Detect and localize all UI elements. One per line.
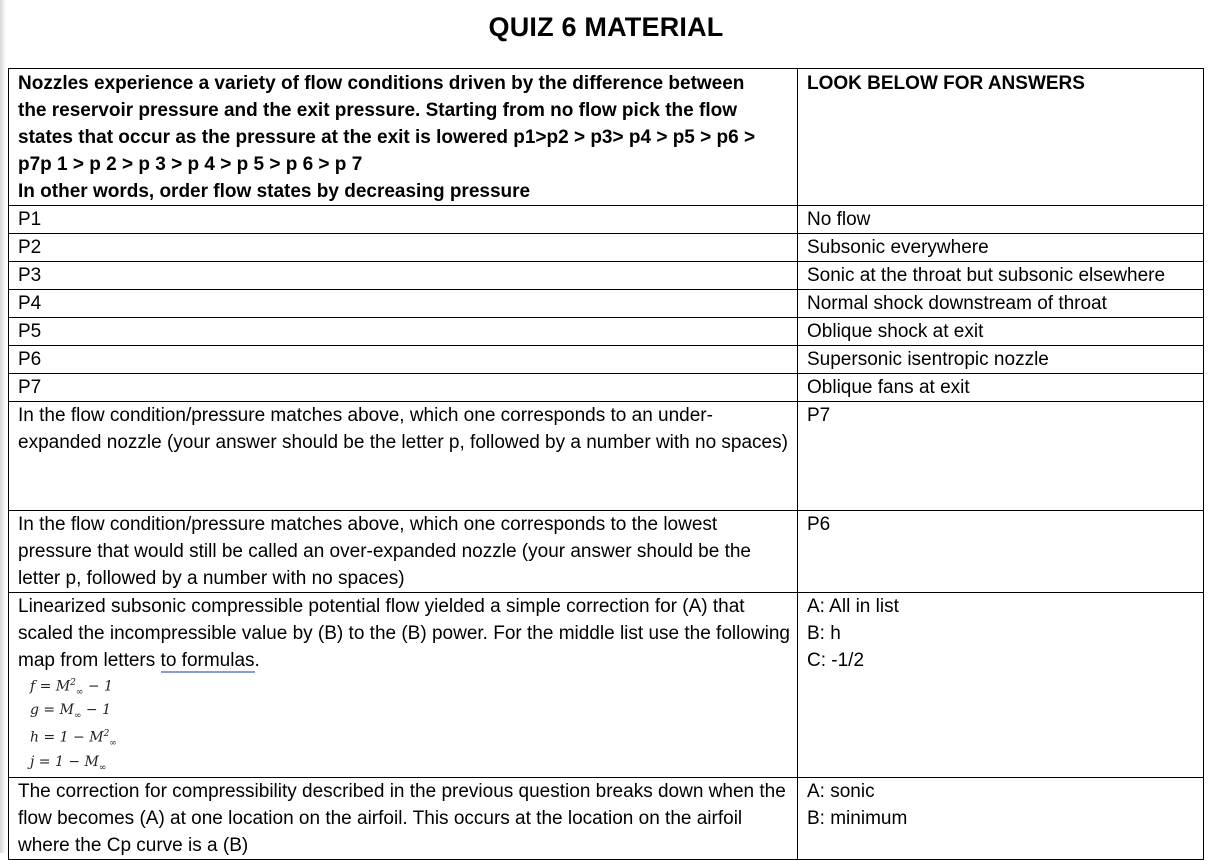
- table-row: P3 Sonic at the throat but subsonic else…: [8, 261, 1204, 290]
- page-edge-shadow: [0, 0, 6, 853]
- flow-state: Sonic at the throat but subsonic elsewhe…: [797, 261, 1204, 290]
- q5-answer: B: minimum: [807, 807, 908, 829]
- table-row: P4 Normal shock downstream of throat: [8, 289, 1204, 318]
- q3-prompt: In the flow condition/pressure matches a…: [8, 510, 798, 593]
- q4-prompt-underlined: to formulas: [160, 650, 255, 673]
- table-row: P5 Oblique shock at exit: [8, 317, 1204, 346]
- table-row: P6 Supersonic isentropic nozzle: [8, 345, 1204, 374]
- q4-answers: A: All in list B: h C: -1/2: [797, 592, 1204, 778]
- q4-prompt-after: .: [254, 650, 260, 671]
- table-row: P7 Oblique fans at exit: [8, 373, 1204, 402]
- table-row-q4: Linearized subsonic compressible potenti…: [8, 592, 1204, 778]
- q4-prompt: Linearized subsonic compressible potenti…: [8, 592, 798, 778]
- table-row-q3: In the flow condition/pressure matches a…: [8, 510, 1204, 593]
- page-title: QUIZ 6 MATERIAL: [488, 12, 724, 42]
- q1-prompt: Nozzles experience a variety of flow con…: [8, 68, 798, 206]
- q1-prompt-line: Nozzles experience a variety of flow con…: [18, 73, 745, 94]
- q4-answer: C: -1/2: [807, 650, 865, 671]
- flow-state: Supersonic isentropic nozzle: [797, 345, 1204, 374]
- table-row: P2 Subsonic everywhere: [8, 233, 1204, 262]
- flow-state: No flow: [797, 205, 1204, 234]
- pressure-label: P3: [8, 261, 798, 290]
- pressure-label: P2: [8, 233, 798, 262]
- pressure-label: P7: [8, 373, 798, 402]
- pressure-label: P4: [8, 289, 798, 318]
- table-row-q1-header: Nozzles experience a variety of flow con…: [8, 68, 1204, 206]
- table-row: P1 No flow: [8, 205, 1204, 234]
- quiz-table: Nozzles experience a variety of flow con…: [8, 68, 1204, 860]
- formula-h: h = 1 − M2∞: [30, 729, 117, 749]
- pressure-label: P1: [8, 205, 798, 234]
- q4-prompt-before: Linearized subsonic compressible potenti…: [18, 596, 790, 671]
- formula-g: g = M∞ − 1: [30, 702, 111, 722]
- q5-answers: A: sonic B: minimum: [797, 776, 1204, 860]
- q4-answer: B: h: [807, 623, 841, 644]
- formula-j: j = 1 − M∞: [30, 753, 107, 773]
- q2-answer: P7: [797, 401, 1204, 511]
- pressure-label: P6: [8, 345, 798, 374]
- q1-prompt-line: In other words, order flow states by dec…: [18, 181, 531, 202]
- table-row-q5: The correction for compressibility descr…: [8, 776, 1204, 860]
- q1-prompt-line: states that occur as the pressure at the…: [18, 127, 756, 148]
- formula-f: f = M2∞ − 1: [30, 678, 113, 698]
- pressure-label: P5: [8, 317, 798, 346]
- q1-prompt-line: p7p 1 > p 2 > p 3 > p 4 > p 5 > p 6 > p …: [18, 154, 363, 175]
- flow-state: Oblique shock at exit: [797, 317, 1204, 346]
- q5-prompt: The correction for compressibility descr…: [8, 776, 798, 860]
- flow-state: Oblique fans at exit: [797, 373, 1204, 402]
- q1-header-answer: LOOK BELOW FOR ANSWERS: [797, 68, 1204, 206]
- q1-prompt-line: the reservoir pressure and the exit pres…: [18, 100, 738, 121]
- q5-answer: A: sonic: [807, 780, 875, 802]
- q4-answer: A: All in list: [807, 596, 899, 617]
- table-row-q2: In the flow condition/pressure matches a…: [8, 401, 1204, 511]
- q3-answer: P6: [797, 510, 1204, 593]
- flow-state: Subsonic everywhere: [797, 233, 1204, 262]
- flow-state: Normal shock downstream of throat: [797, 289, 1204, 318]
- q4-prompt-text: Linearized subsonic compressible potenti…: [18, 593, 791, 674]
- q2-prompt: In the flow condition/pressure matches a…: [8, 401, 798, 511]
